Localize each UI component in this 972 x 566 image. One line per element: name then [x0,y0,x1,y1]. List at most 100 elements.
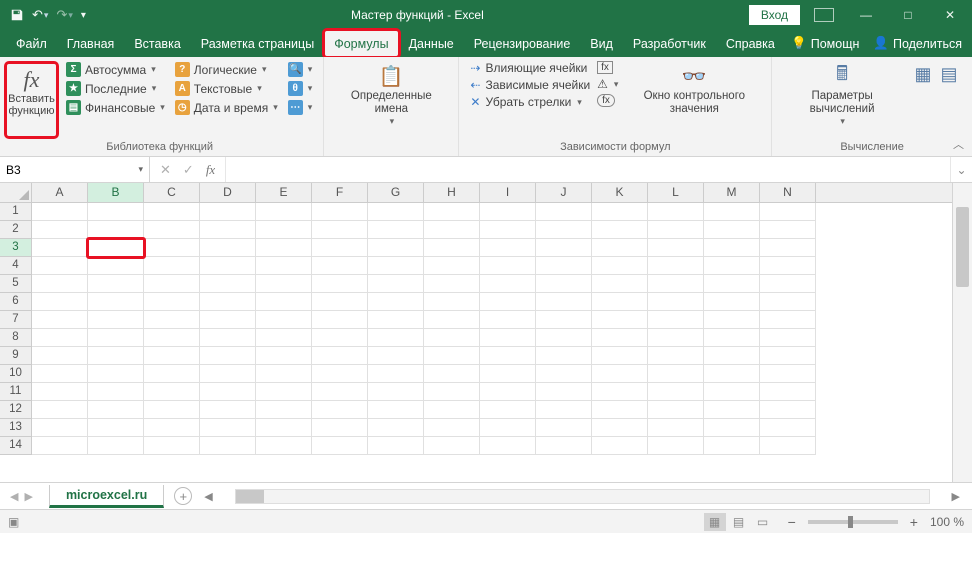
row-header-5[interactable]: 5 [0,275,32,293]
cell[interactable] [368,293,424,311]
cell[interactable] [648,239,704,257]
col-header-E[interactable]: E [256,183,312,202]
cell[interactable] [312,311,368,329]
tab-home[interactable]: Главная [57,30,125,57]
cell[interactable] [536,221,592,239]
cell[interactable] [648,257,704,275]
cell[interactable] [368,221,424,239]
cell[interactable] [592,419,648,437]
page-layout-view-icon[interactable]: ▤ [728,513,750,531]
col-header-F[interactable]: F [312,183,368,202]
col-header-L[interactable]: L [648,183,704,202]
cell[interactable] [88,311,144,329]
formula-input[interactable] [226,157,950,182]
cell[interactable] [592,329,648,347]
col-header-A[interactable]: A [32,183,88,202]
cell[interactable] [536,329,592,347]
cell[interactable] [648,365,704,383]
cell[interactable] [32,311,88,329]
col-header-D[interactable]: D [200,183,256,202]
cell[interactable] [144,239,200,257]
cell[interactable] [760,239,816,257]
cell[interactable] [704,347,760,365]
cell[interactable] [760,257,816,275]
cell[interactable] [592,365,648,383]
col-header-I[interactable]: I [480,183,536,202]
cell[interactable] [88,437,144,455]
hscroll-right-icon[interactable]: ▶ [948,490,964,503]
cell[interactable] [424,221,480,239]
tab-review[interactable]: Рецензирование [464,30,581,57]
error-check-button[interactable]: ⚠▾ [597,77,618,91]
cell[interactable] [760,293,816,311]
cell[interactable] [200,383,256,401]
page-break-view-icon[interactable]: ▭ [752,513,774,531]
zoom-level[interactable]: 100 % [930,515,964,529]
cell[interactable] [648,329,704,347]
row-header-10[interactable]: 10 [0,365,32,383]
row-header-12[interactable]: 12 [0,401,32,419]
cell[interactable] [424,293,480,311]
cell[interactable] [32,221,88,239]
calc-options-button[interactable]: 🖩 Параметры вычислений ▾ [778,59,906,139]
cell[interactable] [424,437,480,455]
cell[interactable] [368,365,424,383]
cell[interactable] [648,383,704,401]
col-header-K[interactable]: K [592,183,648,202]
cell[interactable] [88,257,144,275]
cell[interactable] [480,257,536,275]
row-header-3[interactable]: 3 [0,239,32,257]
tab-insert[interactable]: Вставка [124,30,190,57]
new-sheet-button[interactable]: + [174,487,192,505]
cell[interactable] [144,365,200,383]
tab-page-layout[interactable]: Разметка страницы [191,30,324,57]
cell[interactable] [704,383,760,401]
cell[interactable] [32,347,88,365]
cell[interactable] [424,257,480,275]
cell[interactable] [424,329,480,347]
cell[interactable] [480,365,536,383]
qat-customize-icon[interactable]: ▾ [81,10,86,21]
cell[interactable] [88,275,144,293]
cell[interactable] [704,419,760,437]
cell[interactable] [536,239,592,257]
cell[interactable] [536,275,592,293]
cell[interactable] [200,419,256,437]
name-box[interactable]: ▾ [0,157,150,182]
zoom-slider[interactable] [808,520,898,524]
cell[interactable] [760,437,816,455]
cell[interactable] [312,419,368,437]
undo-icon[interactable]: ↶▾ [32,7,48,23]
row-header-13[interactable]: 13 [0,419,32,437]
col-header-J[interactable]: J [536,183,592,202]
ribbon-display-options-icon[interactable] [806,4,842,26]
cell[interactable] [424,239,480,257]
cell[interactable] [424,383,480,401]
tab-data[interactable]: Данные [399,30,464,57]
normal-view-icon[interactable]: ▦ [704,513,726,531]
cell[interactable] [424,347,480,365]
cell[interactable] [760,275,816,293]
cell[interactable] [480,203,536,221]
col-header-G[interactable]: G [368,183,424,202]
cell[interactable] [760,383,816,401]
autosum-button[interactable]: ΣАвтосумма▾ [64,61,167,78]
remove-arrows-button[interactable]: ✕Убрать стрелки ▾ [470,95,590,109]
cell[interactable] [144,383,200,401]
sheet-nav-prev-icon[interactable]: ◀ [8,488,20,505]
cell[interactable] [256,437,312,455]
cell[interactable] [536,347,592,365]
cell[interactable] [200,221,256,239]
cell[interactable] [144,293,200,311]
zoom-in-button[interactable]: + [906,514,922,530]
cell[interactable] [760,347,816,365]
cell[interactable] [592,203,648,221]
cell[interactable] [536,257,592,275]
sheet-nav-next-icon[interactable]: ▶ [22,488,34,505]
cell[interactable] [368,383,424,401]
cell[interactable] [760,365,816,383]
cell[interactable] [200,275,256,293]
datetime-button[interactable]: ◷Дата и время▾ [173,99,280,116]
cell[interactable] [368,275,424,293]
row-header-4[interactable]: 4 [0,257,32,275]
